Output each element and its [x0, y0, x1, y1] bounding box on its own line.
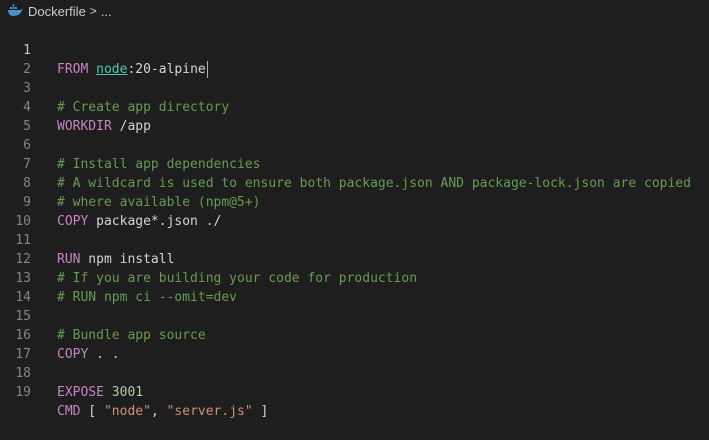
port-number: 3001 — [111, 385, 144, 400]
code-text: , — [150, 404, 167, 419]
code-line[interactable]: 17 — [0, 326, 709, 362]
line-number: 19 — [15, 385, 31, 400]
code-line[interactable]: 7 # A wildcard is used to ensure both pa… — [0, 136, 709, 191]
breadcrumb-file[interactable]: Dockerfile — [28, 4, 86, 19]
code-line[interactable]: 1 FROM node:20-alpine — [0, 22, 709, 78]
code-line[interactable]: 19 CMD [ "node", "server.js" ] — [0, 364, 709, 419]
breadcrumb: Dockerfile > ... — [0, 0, 709, 22]
code-line[interactable]: 16 COPY . . — [0, 307, 709, 362]
code-line[interactable]: 12 # If you are building your code for p… — [0, 231, 709, 286]
code-line[interactable]: 14 — [0, 269, 709, 305]
code-line[interactable]: 11 RUN npm install — [0, 212, 709, 267]
code-editor[interactable]: 1 FROM node:20-alpine 2 3 # Create app d… — [0, 22, 709, 419]
chevron-right-icon: > — [89, 4, 97, 18]
code-line[interactable]: 3 # Create app directory — [0, 60, 709, 115]
keyword: CMD — [57, 404, 81, 419]
code-line[interactable]: 10 — [0, 193, 709, 229]
code-line[interactable]: 2 — [0, 41, 709, 77]
code-line[interactable]: 9 COPY package*.json ./ — [0, 174, 709, 229]
code-line[interactable]: 6 # Install app dependencies — [0, 117, 709, 172]
docker-icon — [7, 4, 23, 18]
code-line[interactable]: 8 # where available (npm@5+) — [0, 155, 709, 210]
string-literal: "node" — [103, 404, 151, 419]
code-line[interactable]: 4 WORKDIR /app — [0, 79, 709, 134]
code-line[interactable]: 18 EXPOSE 3001 — [0, 345, 709, 400]
breadcrumb-more[interactable]: ... — [101, 4, 112, 19]
code-text: [ — [80, 404, 104, 419]
code-line[interactable]: 5 — [0, 98, 709, 134]
keyword: EXPOSE — [57, 385, 104, 400]
string-literal: "server.js" — [166, 404, 253, 419]
code-text: ] — [252, 404, 269, 419]
code-line[interactable]: 13 # RUN npm ci --omit=dev — [0, 250, 709, 305]
code-line[interactable]: 15 # Bundle app source — [0, 288, 709, 343]
